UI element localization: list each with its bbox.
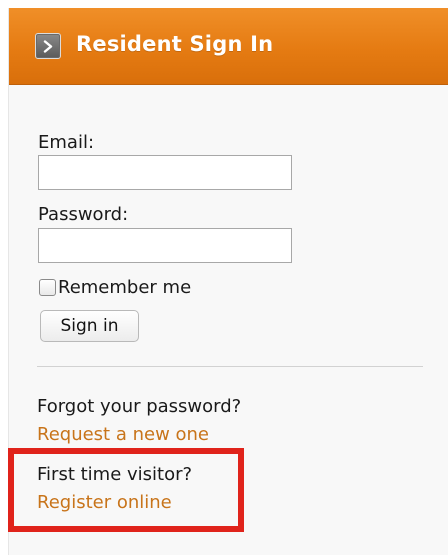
panel-header: Resident Sign In bbox=[9, 8, 448, 85]
remember-me-row[interactable]: Remember me bbox=[39, 276, 191, 298]
header-title: Resident Sign In bbox=[76, 32, 274, 56]
divider bbox=[37, 366, 423, 367]
email-field[interactable] bbox=[38, 155, 292, 190]
chevron-right-icon bbox=[43, 40, 53, 53]
password-label: Password: bbox=[38, 204, 129, 225]
remember-me-label[interactable]: Remember me bbox=[58, 277, 191, 298]
highlight-annotation-box bbox=[8, 448, 244, 532]
header-toggle-button[interactable] bbox=[35, 33, 61, 59]
email-label: Email: bbox=[38, 132, 95, 153]
remember-me-checkbox[interactable] bbox=[39, 278, 56, 296]
resident-signin-panel: Resident Sign In Email: Password: Rememb… bbox=[8, 8, 448, 555]
request-new-password-link[interactable]: Request a new one bbox=[37, 424, 209, 445]
sign-in-button[interactable]: Sign in bbox=[40, 310, 139, 342]
password-field[interactable] bbox=[38, 228, 292, 263]
forgot-password-text: Forgot your password? bbox=[37, 396, 242, 417]
